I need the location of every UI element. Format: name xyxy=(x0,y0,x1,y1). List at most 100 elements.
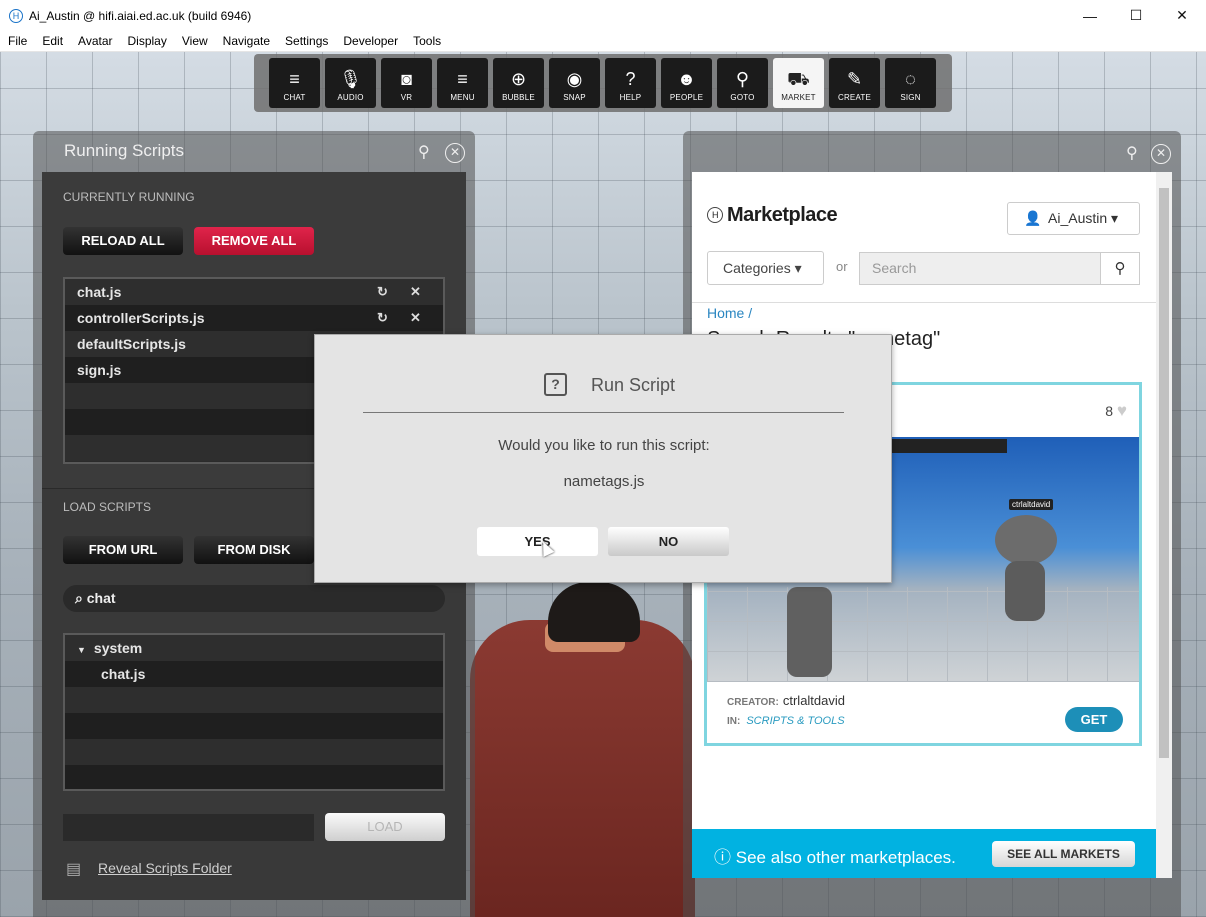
marketplace-logo[interactable]: H Marketplace xyxy=(707,204,838,227)
menu-button[interactable]: ≡ MENU xyxy=(437,58,488,108)
user-dropdown[interactable]: 👤 Ai_Austin ▾ xyxy=(1007,202,1140,235)
script-tree: ▼ system chat.js xyxy=(63,633,445,791)
question-icon: ? xyxy=(544,373,567,396)
dialog-title: Run Script xyxy=(591,375,676,395)
maximize-button[interactable]: ☐ xyxy=(1113,0,1159,31)
categories-dropdown[interactable]: Categories ▾ xyxy=(707,251,824,285)
remove-all-button[interactable]: REMOVE ALL xyxy=(194,227,314,255)
search-input[interactable]: Search xyxy=(859,252,1101,285)
menu-tools[interactable]: Tools xyxy=(405,34,448,48)
menu-view[interactable]: View xyxy=(174,34,215,48)
list-item[interactable]: chat.js ↻ ✕ xyxy=(65,279,443,305)
tree-empty-row xyxy=(65,765,443,789)
triangle-down-icon: ▼ xyxy=(77,645,86,655)
load-scripts-label: LOAD SCRIPTS xyxy=(63,500,152,514)
menu-edit[interactable]: Edit xyxy=(34,34,70,48)
script-name: chat.js xyxy=(77,284,122,300)
likes-count[interactable]: 8 ♥ xyxy=(1105,401,1127,421)
tree-file[interactable]: chat.js xyxy=(65,661,443,687)
user-icon: 👤 xyxy=(1024,210,1042,226)
camera-icon: ◉ xyxy=(566,69,583,89)
minimize-button[interactable]: — xyxy=(1067,0,1113,31)
caret-down-icon: ▾ xyxy=(794,260,802,276)
close-icon[interactable]: ✕ xyxy=(445,143,465,163)
category-link[interactable]: SCRIPTS & TOOLS xyxy=(746,715,844,727)
help-button[interactable]: ? HELP xyxy=(605,58,656,108)
menu-avatar[interactable]: Avatar xyxy=(70,34,119,48)
menu-developer[interactable]: Developer xyxy=(335,34,405,48)
window-title: Ai_Austin @ hifi.aiai.ed.ac.uk (build 69… xyxy=(29,8,252,23)
people-button[interactable]: ☻ PEOPLE xyxy=(661,58,712,108)
load-button[interactable]: LOAD xyxy=(325,813,445,841)
script-name: defaultScripts.js xyxy=(77,336,186,352)
audio-button[interactable]: 🎙 AUDIO xyxy=(325,58,376,108)
reload-icon[interactable]: ↻ xyxy=(377,305,388,331)
search-icon: ⚲ xyxy=(735,69,750,89)
chat-icon: ≡ xyxy=(289,69,300,89)
menu-settings[interactable]: Settings xyxy=(277,34,335,48)
preview-floor xyxy=(707,587,1139,682)
remove-icon[interactable]: ✕ xyxy=(410,279,421,305)
speech-bubble-icon: ◌ xyxy=(905,69,916,89)
creator-line: CREATOR: ctrlaltdavid xyxy=(727,693,845,708)
script-name: sign.js xyxy=(77,362,122,378)
heart-icon[interactable]: ♥ xyxy=(1117,401,1127,420)
no-button[interactable]: NO xyxy=(608,527,729,556)
close-icon[interactable]: ✕ xyxy=(1151,144,1171,164)
sign-button[interactable]: ◌ SIGN xyxy=(885,58,936,108)
create-button[interactable]: ✎ CREATE xyxy=(829,58,880,108)
bubble-icon: ⊕ xyxy=(510,69,527,89)
reload-icon[interactable]: ↻ xyxy=(377,279,388,305)
title-bar: H Ai_Austin @ hifi.aiai.ed.ac.uk (build … xyxy=(0,0,1206,31)
close-window-button[interactable]: ✕ xyxy=(1159,0,1205,31)
menu-bar: File Edit Avatar Display View Navigate S… xyxy=(0,31,1206,52)
help-icon: ? xyxy=(625,69,636,89)
remove-icon[interactable]: ✕ xyxy=(410,305,421,331)
folder-icon: ▤ xyxy=(66,861,82,878)
main-toolbar: ≡ CHAT 🎙 AUDIO ◙ VR ≡ MENU ⊕ BUBBLE ◉ SNAP ? HE… xyxy=(254,54,952,112)
running-scripts-title: Running Scripts xyxy=(64,141,185,160)
script-filter-input[interactable]: ⌕ chat xyxy=(63,585,445,612)
menu-display[interactable]: Display xyxy=(120,34,174,48)
goto-button[interactable]: ⚲ GOTO xyxy=(717,58,768,108)
script-url-input[interactable] xyxy=(63,814,314,841)
scrollbar-thumb[interactable] xyxy=(1159,188,1169,758)
tree-empty-row xyxy=(65,713,443,739)
tools-icon: ✎ xyxy=(846,69,863,89)
market-button[interactable]: ⛟ MARKET xyxy=(773,58,824,108)
see-all-markets-button[interactable]: SEE ALL MARKETS xyxy=(992,841,1135,867)
from-disk-button[interactable]: FROM DISK xyxy=(194,536,314,564)
from-url-button[interactable]: FROM URL xyxy=(63,536,183,564)
reload-all-button[interactable]: RELOAD ALL xyxy=(63,227,183,255)
avatar-hair xyxy=(548,582,640,642)
run-script-dialog: ? Run Script Would you like to run this … xyxy=(314,334,892,583)
search-button[interactable]: ⚲ xyxy=(1100,252,1140,285)
people-icon: ☻ xyxy=(677,69,696,89)
app-icon: H xyxy=(9,8,23,23)
search-icon: ⚲ xyxy=(1114,260,1126,277)
caret-down-icon: ▾ xyxy=(1111,210,1119,226)
scrollbar[interactable] xyxy=(1156,172,1172,878)
list-item[interactable]: controllerScripts.js ↻ ✕ xyxy=(65,305,443,331)
dialog-divider xyxy=(363,412,844,413)
script-name: controllerScripts.js xyxy=(77,310,205,326)
chat-button[interactable]: ≡ CHAT xyxy=(269,58,320,108)
pin-icon[interactable]: ⚲ xyxy=(1126,143,1138,163)
reveal-scripts-folder-link[interactable]: Reveal Scripts Folder xyxy=(98,860,232,876)
snap-button[interactable]: ◉ SNAP xyxy=(549,58,600,108)
robot-figure xyxy=(787,587,832,677)
or-label: or xyxy=(836,259,848,274)
category-line: IN: SCRIPTS & TOOLS xyxy=(727,715,845,727)
bubble-button[interactable]: ⊕ BUBBLE xyxy=(493,58,544,108)
currently-running-label: CURRENTLY RUNNING xyxy=(63,190,195,204)
tree-folder[interactable]: ▼ system xyxy=(65,635,443,661)
tree-empty-row xyxy=(65,687,443,713)
get-button[interactable]: GET xyxy=(1065,707,1123,732)
yes-button[interactable]: YES xyxy=(477,527,598,556)
vr-button[interactable]: ◙ VR xyxy=(381,58,432,108)
menu-file[interactable]: File xyxy=(0,34,34,48)
breadcrumb[interactable]: Home / xyxy=(707,305,752,321)
menu-navigate[interactable]: Navigate xyxy=(215,34,277,48)
pin-icon[interactable]: ⚲ xyxy=(418,142,430,162)
dialog-question: Would you like to run this script: xyxy=(498,437,710,454)
